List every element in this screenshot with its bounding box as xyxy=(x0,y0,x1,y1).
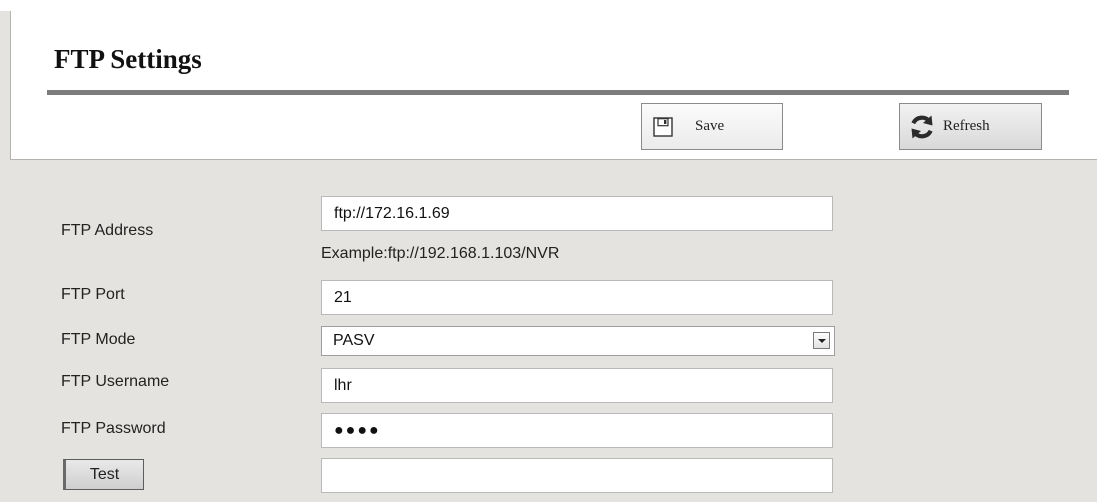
save-label: Save xyxy=(695,118,725,134)
ftp-port-input[interactable] xyxy=(321,280,833,315)
ftp-address-label: FTP Address xyxy=(61,222,154,239)
header-panel: FTP Settings Save Refresh xyxy=(10,11,1097,160)
ftp-password-label: FTP Password xyxy=(61,420,166,437)
ftp-address-example: Example:ftp://192.168.1.103/NVR xyxy=(321,245,560,262)
ftp-username-input[interactable] xyxy=(321,368,833,403)
test-button[interactable]: Test xyxy=(63,459,144,490)
title-divider xyxy=(47,90,1069,95)
refresh-icon xyxy=(911,115,933,138)
ftp-address-input[interactable] xyxy=(321,196,833,231)
ftp-mode-select[interactable]: PASV xyxy=(321,326,835,356)
ftp-port-label: FTP Port xyxy=(61,286,125,303)
page-title: FTP Settings xyxy=(54,44,202,74)
refresh-button[interactable]: Refresh xyxy=(899,103,1042,150)
save-icon xyxy=(653,116,673,137)
dropdown-arrow-icon[interactable] xyxy=(813,332,830,349)
ftp-mode-value: PASV xyxy=(333,332,375,349)
save-button[interactable]: Save xyxy=(641,103,783,150)
test-result-field[interactable] xyxy=(321,458,833,493)
refresh-label: Refresh xyxy=(943,118,990,134)
ftp-password-input[interactable] xyxy=(321,413,833,448)
top-strip xyxy=(0,0,1097,11)
ftp-mode-label: FTP Mode xyxy=(61,331,136,348)
ftp-username-label: FTP Username xyxy=(61,373,170,390)
